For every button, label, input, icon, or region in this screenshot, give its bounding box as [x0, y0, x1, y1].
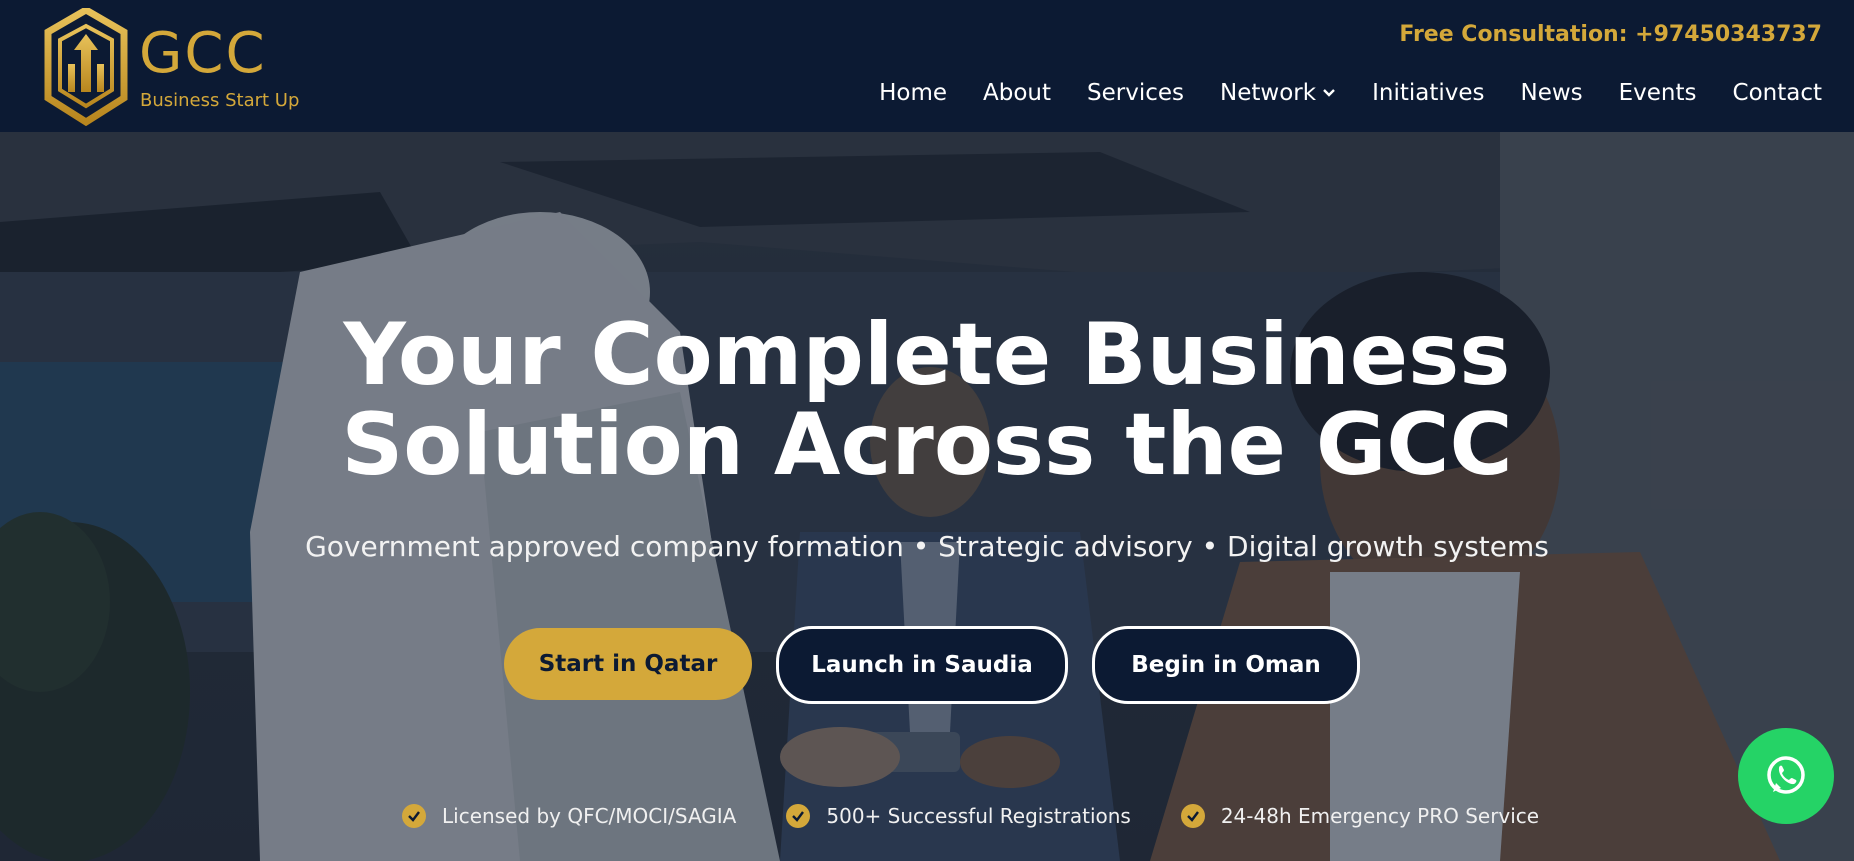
hero-title-line: Solution Across the GCC: [341, 395, 1513, 495]
whatsapp-icon: [1767, 756, 1805, 794]
feature-label: 24-48h Emergency PRO Service: [1220, 804, 1540, 828]
start-in-qatar-button[interactable]: Start in Qatar: [504, 628, 752, 700]
whatsapp-chat-button[interactable]: [1738, 728, 1834, 824]
nav-label: Initiatives: [1372, 80, 1485, 106]
hero-subtitle: Government approved company formation • …: [305, 530, 1549, 563]
nav-label: Network: [1220, 80, 1317, 106]
nav-item-home[interactable]: Home: [879, 80, 947, 106]
feature-item: Licensed by QFC/MOCI/SAGIA: [402, 804, 736, 828]
feature-label: Licensed by QFC/MOCI/SAGIA: [442, 804, 737, 828]
nav-label: Home: [879, 80, 948, 106]
nav-item-services[interactable]: Services: [1087, 80, 1184, 106]
feature-list: Licensed by QFC/MOCI/SAGIA 500+ Successf…: [402, 804, 1589, 828]
brand-tagline: Business Start Up: [140, 90, 300, 111]
hexagon-arrows-logo-icon: [44, 8, 128, 126]
feature-item: 24-48h Emergency PRO Service: [1180, 804, 1540, 828]
nav-item-contact[interactable]: Contact: [1733, 80, 1822, 106]
chevron-down-icon: [1323, 89, 1335, 97]
check-circle-icon: [402, 804, 426, 828]
nav-label: Events: [1618, 80, 1697, 106]
main-nav: Home About Services Network Initiatives …: [843, 80, 1822, 106]
launch-in-saudia-button[interactable]: Launch in Saudia: [776, 626, 1068, 704]
hero-title: Your Complete Business Solution Across t…: [0, 310, 1854, 490]
site-header: GCC Business Start Up Free Consultation:…: [0, 0, 1854, 132]
hero-title-line: Your Complete Business: [343, 305, 1511, 405]
nav-label: News: [1520, 80, 1583, 106]
nav-item-initiatives[interactable]: Initiatives: [1372, 80, 1484, 106]
consultation-phone-link[interactable]: Free Consultation: +97450343737: [1399, 22, 1822, 47]
feature-label: 500+ Successful Registrations: [826, 804, 1131, 828]
begin-in-oman-button[interactable]: Begin in Oman: [1092, 626, 1360, 704]
nav-item-about[interactable]: About: [983, 80, 1051, 106]
brand-logo[interactable]: GCC Business Start Up: [44, 8, 299, 126]
cta-buttons: Start in Qatar Launch in Saudia Begin in…: [504, 626, 1360, 704]
feature-item: 500+ Successful Registrations: [786, 804, 1131, 828]
brand-name: GCC: [139, 21, 267, 86]
nav-item-events[interactable]: Events: [1619, 80, 1697, 106]
nav-item-network[interactable]: Network: [1220, 80, 1336, 106]
nav-label: Services: [1087, 80, 1185, 106]
check-circle-icon: [786, 804, 811, 828]
hero-overlay: [0, 132, 1854, 861]
hero-section: Your Complete Business Solution Across t…: [0, 132, 1854, 861]
nav-item-news[interactable]: News: [1520, 80, 1582, 106]
check-circle-icon: [1180, 804, 1205, 828]
nav-label: Contact: [1732, 80, 1822, 106]
nav-label: About: [983, 80, 1052, 106]
